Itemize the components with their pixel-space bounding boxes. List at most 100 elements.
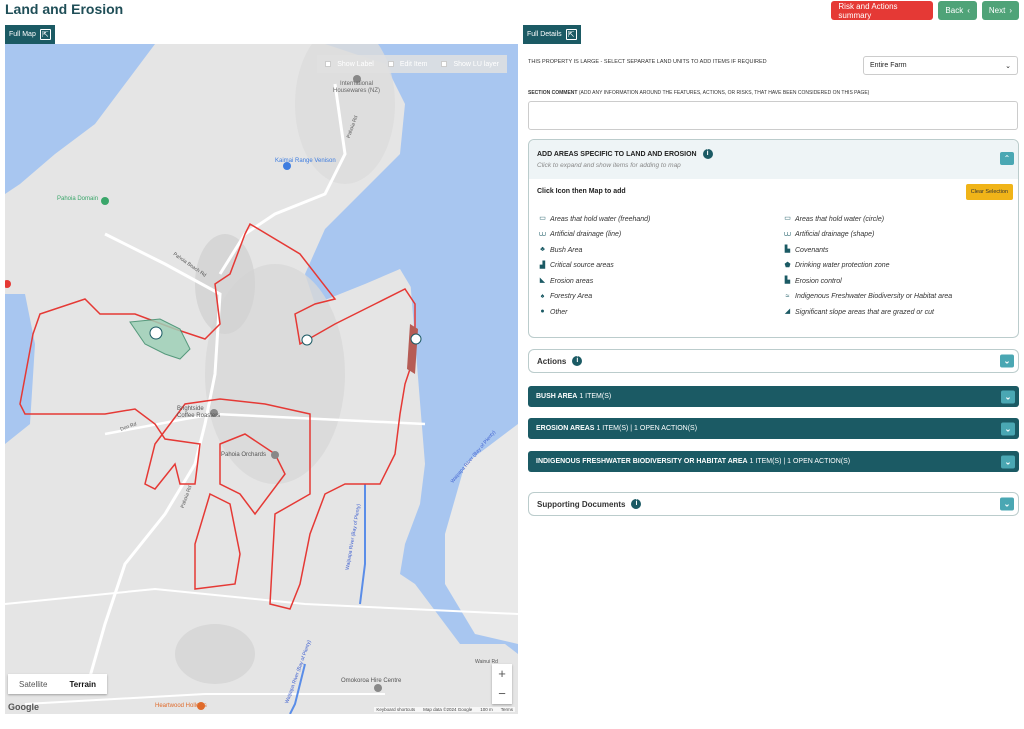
expand-icon: ⇱ bbox=[565, 29, 577, 40]
place-label: Brightside Coffee Roasters bbox=[177, 406, 220, 420]
tab-full-details-label: Full Details bbox=[527, 31, 562, 38]
edit-item-text: Edit Item bbox=[399, 60, 428, 68]
tab-full-details[interactable]: Full Details ⇱ bbox=[523, 25, 581, 44]
edit-item-toggle[interactable]: Edit Item bbox=[387, 60, 428, 68]
checkbox-icon bbox=[387, 61, 394, 67]
map-type-control: Satellite Terrain bbox=[8, 674, 107, 694]
erosion-areas-title: EROSION AREAS bbox=[536, 425, 595, 432]
indigenous-area-accordion[interactable]: INDIGENOUS FRESHWATER BIODIVERSITY OR HA… bbox=[528, 451, 1019, 472]
area-type-item[interactable]: ▟ Critical source areas bbox=[538, 261, 783, 271]
place-label: Pahoia Domain bbox=[57, 196, 99, 202]
zoom-out-button[interactable]: − bbox=[492, 684, 512, 704]
place-label: Omokoroa Hire Centre bbox=[341, 678, 402, 684]
section-comment-label: SECTION COMMENT (ADD ANY INFORMATION ARO… bbox=[528, 90, 869, 96]
clear-selection-button[interactable]: Clear Selection bbox=[965, 184, 1013, 200]
satellite-button[interactable]: Satellite bbox=[8, 674, 58, 694]
show-label-toggle[interactable]: Show Label bbox=[325, 61, 374, 68]
area-type-item[interactable]: ♣ Bush Area bbox=[538, 245, 783, 255]
drinking-water-icon: ⬟ bbox=[784, 261, 791, 269]
next-button[interactable]: Next › bbox=[981, 1, 1019, 20]
erosion-area-icon: ◣ bbox=[539, 277, 546, 284]
slope-icon: ◢ bbox=[784, 308, 791, 315]
chevron-down-icon: ⌄ bbox=[1005, 62, 1011, 70]
area-type-item[interactable]: ◣ Erosion areas bbox=[538, 276, 783, 286]
place-label: Pahoia Orchards bbox=[221, 452, 267, 458]
info-icon[interactable]: i bbox=[702, 149, 713, 159]
area-type-label: Other bbox=[550, 308, 568, 316]
area-type-label: Indigenous Freshwater Biodiversity or Ha… bbox=[795, 293, 953, 300]
map-canvas[interactable] bbox=[5, 44, 518, 714]
area-type-label: Areas that hold water (circle) bbox=[795, 215, 885, 223]
area-type-item[interactable]: ▭ Areas that hold water (circle) bbox=[783, 214, 1013, 224]
chevron-down-icon[interactable]: ⌄ bbox=[1000, 497, 1014, 511]
area-type-item[interactable]: ⩊ Artificial drainage (line) bbox=[538, 230, 783, 240]
area-type-label: Erosion areas bbox=[550, 277, 594, 285]
terrain-button[interactable]: Terrain bbox=[58, 674, 107, 694]
area-type-label: Covenants bbox=[795, 246, 829, 254]
zoom-in-button[interactable]: + bbox=[492, 664, 512, 684]
chevron-down-icon[interactable]: ⌄ bbox=[1000, 354, 1014, 368]
land-unit-select[interactable]: Entire Farm ⌄ bbox=[863, 56, 1018, 75]
expand-icon: ⇱ bbox=[39, 29, 51, 40]
place-label-line: Housewares (NZ) bbox=[333, 88, 381, 94]
place-label-line: International bbox=[339, 81, 374, 87]
map-toolbar: Show Label Edit Item Show LU layer bbox=[317, 55, 507, 73]
erosion-areas-accordion[interactable]: EROSION AREAS 1 ITEM(S) | 1 OPEN ACTION(… bbox=[528, 418, 1019, 439]
area-type-item[interactable]: ⩊ Artificial drainage (shape) bbox=[783, 230, 1013, 240]
bush-area-count: 1 ITEM(S) bbox=[579, 393, 612, 400]
area-type-item[interactable]: ◢ Significant slope areas that are grazed… bbox=[783, 307, 1013, 317]
area-type-item[interactable]: ≈ Indigenous Freshwater Biodiversity or H… bbox=[783, 292, 1013, 302]
area-type-item[interactable]: ▙ Erosion control bbox=[783, 276, 1013, 286]
keyboard-shortcuts-link[interactable]: Keyboard shortcuts bbox=[376, 707, 415, 712]
supporting-documents-title: Supporting Documents bbox=[537, 499, 626, 509]
area-type-item[interactable]: ▙ Covenants bbox=[783, 245, 1013, 255]
water-circle-icon: ▭ bbox=[784, 215, 791, 222]
back-label: Back bbox=[945, 6, 964, 15]
section-comment-title: SECTION COMMENT bbox=[528, 90, 578, 96]
place-label: International Housewares (NZ) bbox=[333, 81, 380, 95]
area-type-label: Significant slope areas that are grazed … bbox=[795, 308, 934, 316]
zoom-control: + − bbox=[492, 664, 512, 704]
back-button[interactable]: Back ‹ bbox=[938, 1, 977, 20]
chevron-down-icon[interactable]: ⌄ bbox=[1001, 455, 1015, 468]
area-type-label: Erosion control bbox=[795, 277, 842, 285]
place-label-line: Brightside bbox=[177, 406, 204, 412]
chevron-down-icon[interactable]: ⌄ bbox=[1001, 422, 1015, 435]
erosion-control-icon: ▙ bbox=[784, 277, 791, 284]
checkbox-icon bbox=[325, 61, 332, 67]
tab-full-map[interactable]: Full Map ⇱ bbox=[5, 25, 55, 44]
indigenous-area-title: INDIGENOUS FRESHWATER BIODIVERSITY OR HA… bbox=[536, 458, 748, 465]
area-type-item[interactable]: ▭ Areas that hold water (freehand) bbox=[538, 214, 783, 224]
land-unit-value: Entire Farm bbox=[870, 62, 907, 69]
biodiversity-icon: ≈ bbox=[785, 292, 790, 300]
checkbox-icon bbox=[441, 61, 448, 67]
info-icon[interactable]: i bbox=[631, 499, 642, 509]
supporting-documents-accordion[interactable]: Supporting Documents i ⌄ bbox=[528, 492, 1019, 516]
info-icon[interactable]: i bbox=[572, 356, 583, 366]
drainage-shape-icon: ⩊ bbox=[783, 230, 792, 238]
place-label-line: Coffee Roasters bbox=[177, 413, 221, 419]
chevron-down-icon[interactable]: ⌄ bbox=[1001, 390, 1015, 403]
add-areas-header[interactable]: ADD AREAS SPECIFIC TO LAND AND EROSION i… bbox=[529, 140, 1018, 179]
map-view[interactable]: Show Label Edit Item Show LU layer Inter… bbox=[5, 44, 518, 714]
other-icon: ● bbox=[540, 308, 545, 315]
water-freehand-icon: ▭ bbox=[539, 215, 546, 222]
bush-area-accordion[interactable]: BUSH AREA 1 ITEM(S) ⌄ bbox=[528, 386, 1019, 407]
google-logo: Google bbox=[8, 702, 39, 712]
area-type-item[interactable]: ● Other bbox=[538, 307, 783, 317]
risk-actions-summary-button[interactable]: Risk and Actions summary bbox=[831, 1, 934, 20]
area-type-item[interactable]: ⬟ Drinking water protection zone bbox=[783, 261, 1013, 271]
show-lu-layer-toggle[interactable]: Show LU layer bbox=[441, 61, 499, 68]
actions-accordion[interactable]: Actions i ⌄ bbox=[528, 349, 1019, 373]
indigenous-area-count: 1 ITEM(S) | 1 OPEN ACTION(S) bbox=[749, 458, 851, 465]
terms-link[interactable]: Terms bbox=[501, 707, 513, 712]
area-type-label: Artificial drainage (shape) bbox=[795, 231, 875, 238]
drainage-line-icon: ⩊ bbox=[538, 230, 547, 238]
top-buttons: Risk and Actions summary Back ‹ Next › bbox=[831, 1, 1019, 20]
scale-text: 100 m bbox=[480, 707, 493, 712]
actions-title: Actions bbox=[537, 356, 567, 366]
chevron-up-icon[interactable]: ⌃ bbox=[1000, 152, 1014, 165]
section-comment-input[interactable] bbox=[528, 101, 1018, 130]
area-type-item[interactable]: ♠ Forestry Area bbox=[538, 292, 783, 302]
section-comment-hint: (ADD ANY INFORMATION AROUND THE FEATURES… bbox=[578, 90, 870, 96]
